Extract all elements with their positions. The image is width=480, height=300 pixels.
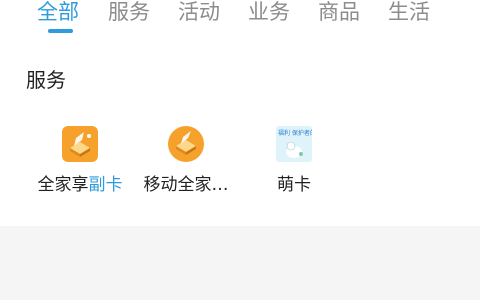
service-item-mobile-family[interactable]: 移动全家… (131, 126, 241, 200)
tab-service[interactable]: 服务 (108, 0, 150, 26)
tab-business[interactable]: 业务 (248, 0, 290, 26)
family-card-icon (62, 126, 98, 162)
tab-goods[interactable]: 商品 (318, 0, 360, 26)
tab-activity[interactable]: 活动 (178, 0, 220, 26)
icon-text: 福利 保护者的搭子 (278, 129, 312, 137)
content-panel: 全部 服务 活动 业务 商品 生活 服务 全家享副卡 移动全家… 福利 保护者 … (0, 0, 480, 226)
mobile-family-icon (168, 126, 204, 162)
label-main: 全家享 (37, 175, 89, 195)
category-tabs: 全部 服务 活动 业务 商品 生活 (0, 0, 480, 40)
service-item-label: 全家享副卡 (25, 173, 135, 197)
active-tab-indicator (48, 29, 73, 33)
label-accent: 副卡 (88, 175, 123, 195)
cute-card-icon: 福利 保护者的搭子 (276, 126, 312, 162)
tab-life[interactable]: 生活 (388, 0, 430, 26)
service-item-cute-card[interactable]: 福利 保护者的搭子 萌卡 (239, 126, 349, 200)
service-item-family-card[interactable]: 全家享副卡 (25, 126, 135, 200)
service-item-label: 萌卡 (277, 175, 311, 195)
section-title: 服务 (26, 68, 66, 92)
tab-all[interactable]: 全部 (37, 0, 79, 26)
service-item-label: 移动全家… (143, 175, 229, 195)
